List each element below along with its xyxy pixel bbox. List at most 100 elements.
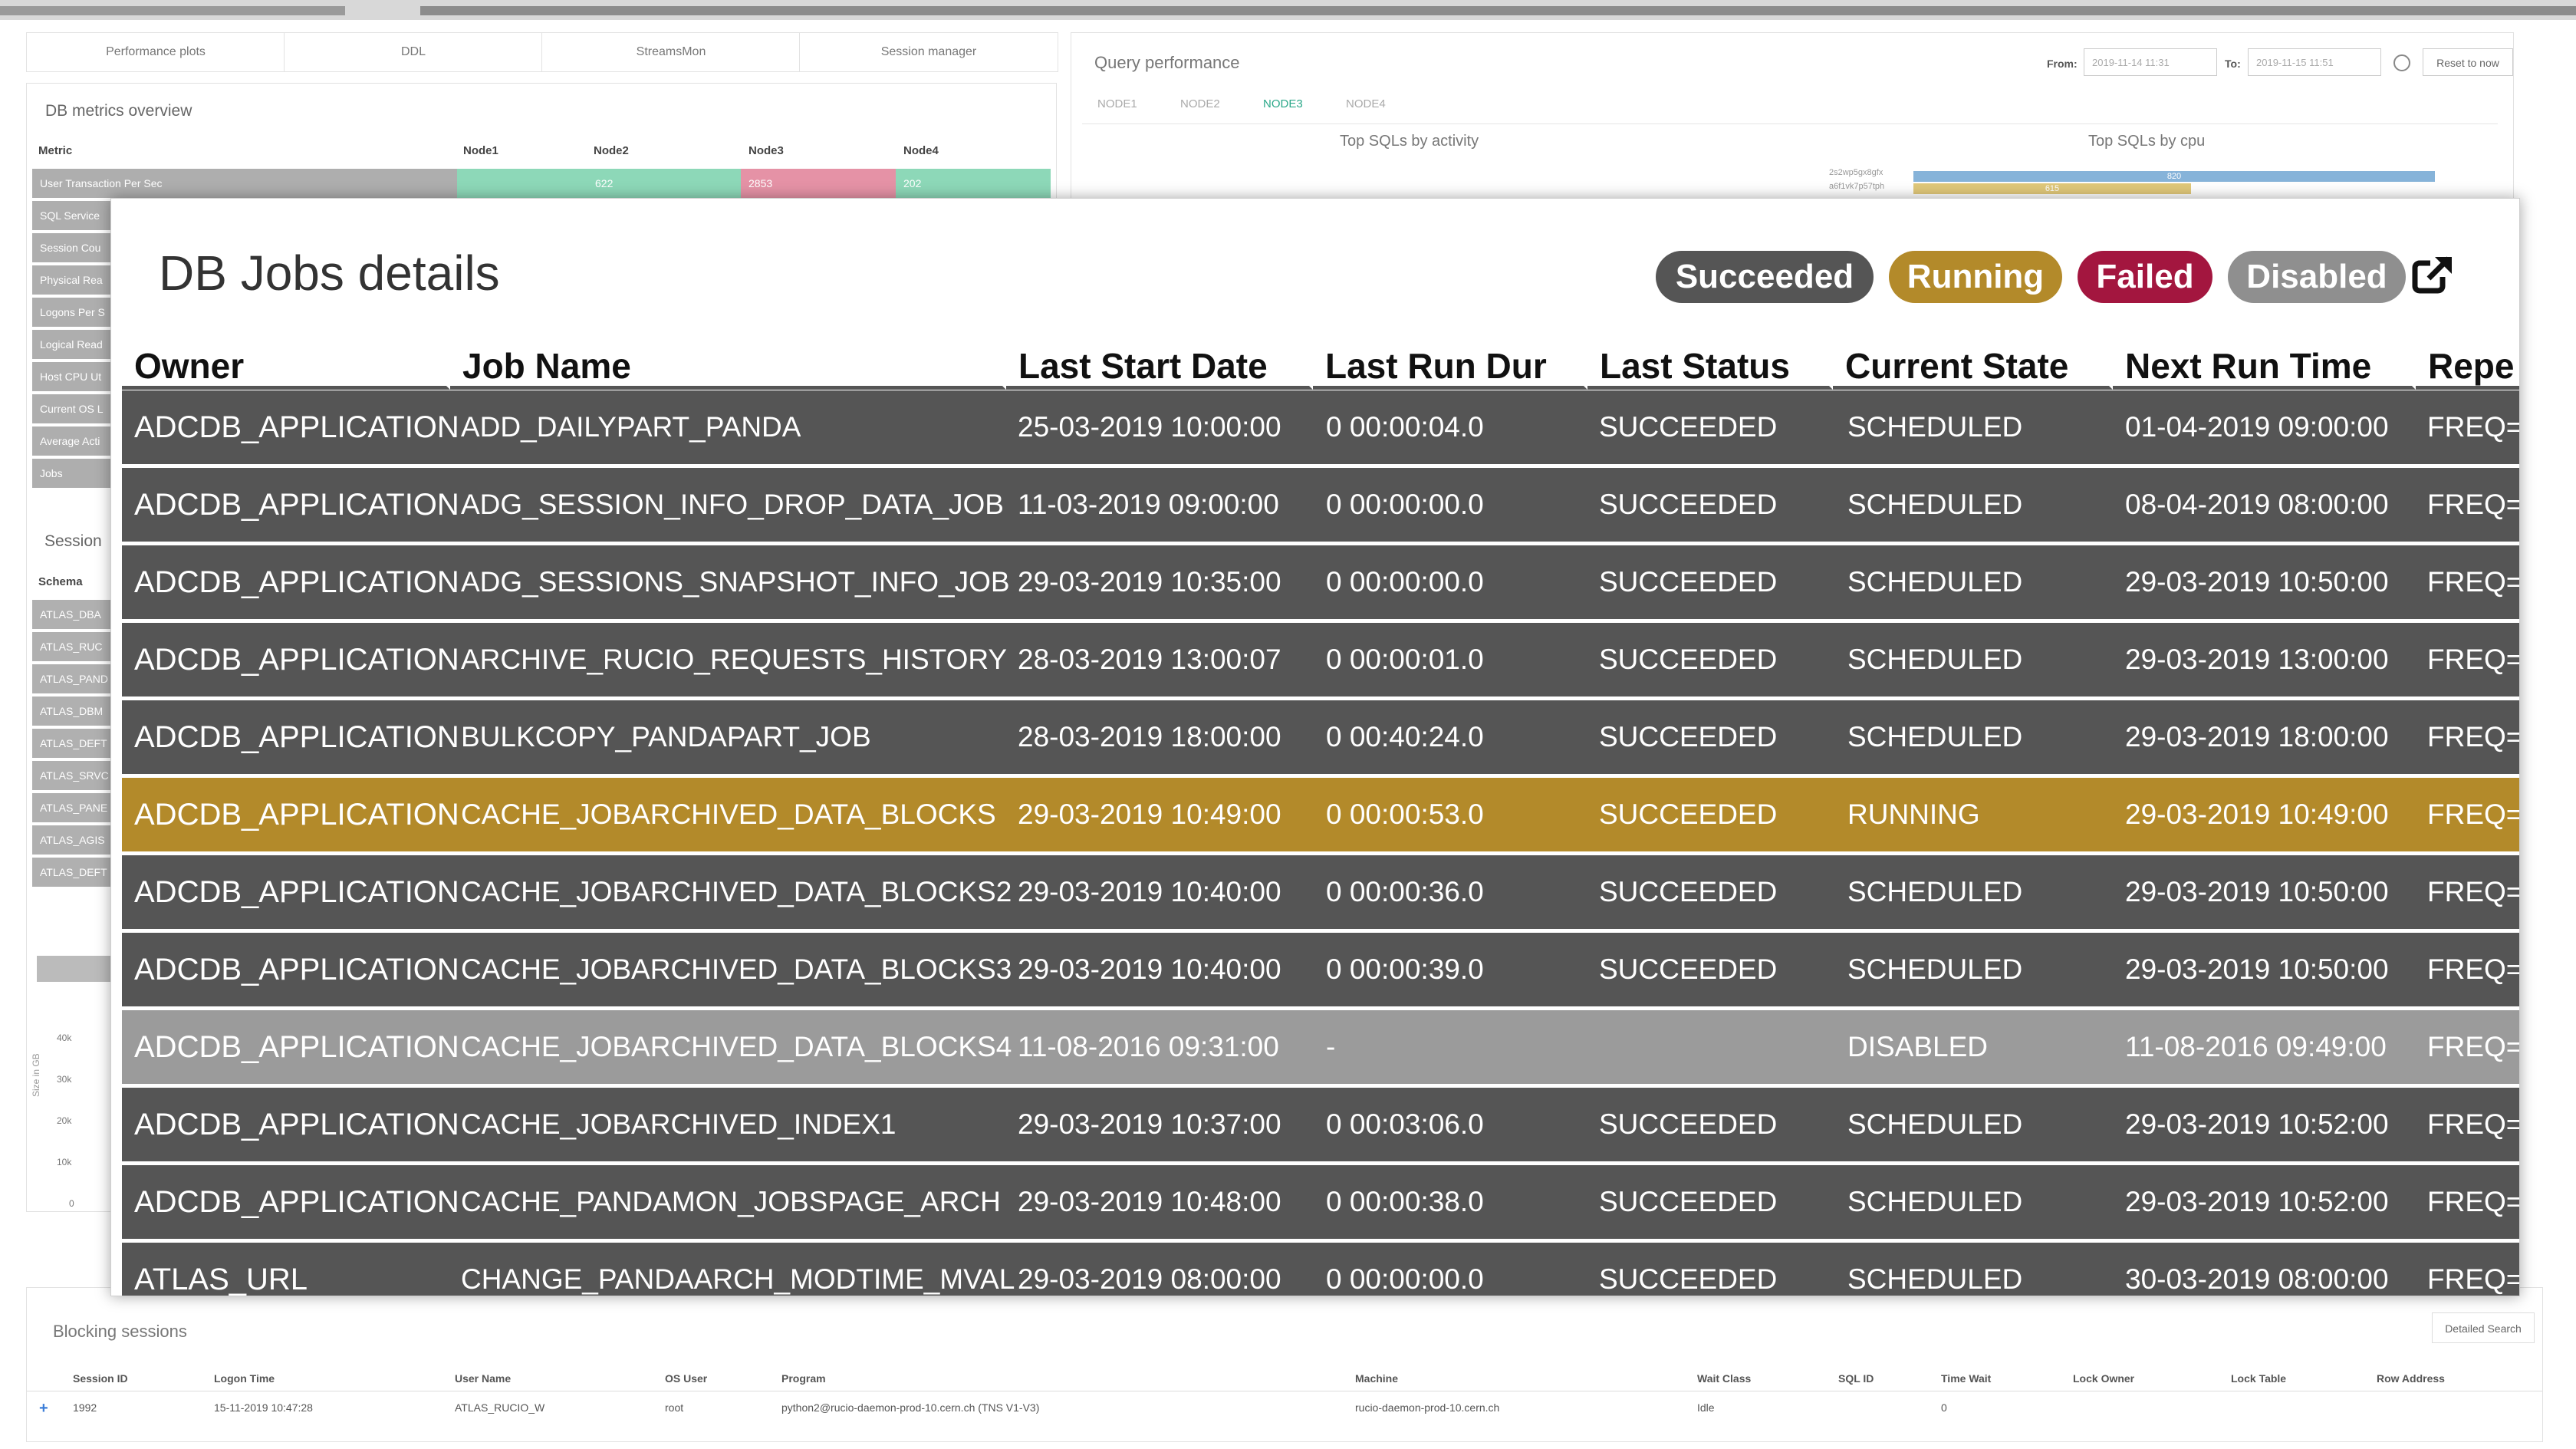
cell-job-name: CACHE_JOBARCHIVED_DATA_BLOCKS3	[461, 953, 1012, 985]
metric-row[interactable]: Current OS L	[32, 394, 117, 423]
metric-row[interactable]: Session Cou	[32, 233, 117, 262]
cell-next-run-time: 29-03-2019 10:52:00	[2125, 1108, 2389, 1140]
db-metrics-title: DB metrics overview	[45, 102, 192, 120]
succeeded-filter-badge[interactable]: Succeeded	[1656, 251, 1874, 303]
detailed-search-button[interactable]: Detailed Search	[2432, 1312, 2535, 1343]
col-last-status[interactable]: Last Status	[1587, 339, 1833, 390]
cell-next-run-time: 29-03-2019 10:50:00	[2125, 566, 2389, 598]
job-row[interactable]: ADCDB_APPLICATION CACHE_JOBARCHIVED_INDEX…	[122, 1088, 2519, 1165]
scrollbar-track	[0, 6, 345, 15]
to-date-input[interactable]: 2019-11-15 11:51	[2248, 48, 2381, 76]
scrollbar-thumb[interactable]	[420, 6, 2576, 15]
job-row[interactable]: ADCDB_APPLICATION CACHE_PANDAMON_JOBSPAGE…	[122, 1165, 2519, 1243]
cpu-bar: 615	[1913, 183, 2191, 194]
cell-last-status: SUCCEEDED	[1599, 489, 1778, 520]
cell-owner: ADCDB_APPLICATION	[134, 410, 459, 444]
cell-last-status: SUCCEEDED	[1599, 1186, 1778, 1217]
schema-row[interactable]: ATLAS_PANE	[32, 793, 117, 822]
schema-row[interactable]: ATLAS_DBA	[32, 600, 117, 629]
job-row[interactable]: ADCDB_APPLICATION ADG_SESSIONS_SNAPSHOT_I…	[122, 545, 2519, 623]
schema-row[interactable]: ATLAS_DBM	[32, 697, 117, 726]
metric-row[interactable]: SQL Service	[32, 201, 117, 230]
schema-row[interactable]: ATLAS_PAND	[32, 664, 117, 693]
clock-icon[interactable]	[2393, 54, 2410, 71]
job-row[interactable]: ADCDB_APPLICATION ARCHIVE_RUCIO_REQUESTS_…	[122, 623, 2519, 700]
metric-node4-cell: 202	[896, 169, 1051, 198]
metric-row-user-transaction[interactable]: User Transaction Per Sec	[32, 169, 457, 198]
schema-row[interactable]: ATLAS_RUC	[32, 632, 117, 661]
blocking-row[interactable]: + 1992 15-11-2019 10:47:28 ATLAS_RUCIO_W…	[27, 1394, 2542, 1421]
cell-last-start-date: 29-03-2019 10:35:00	[1018, 566, 1281, 598]
metric-row-jobs[interactable]: Jobs	[32, 459, 117, 488]
cell-last-start-date: 28-03-2019 13:00:07	[1018, 644, 1281, 675]
tab-streamsmon[interactable]: StreamsMon	[541, 32, 801, 72]
cell-repeat: FREQ=	[2427, 566, 2520, 598]
tab-node1[interactable]: NODE1	[1097, 97, 1137, 110]
metric-row[interactable]: Logons Per S	[32, 298, 117, 327]
running-filter-badge[interactable]: Running	[1889, 251, 2062, 303]
job-row[interactable]: ADCDB_APPLICATION CACHE_JOBARCHIVED_DATA_…	[122, 778, 2519, 855]
reset-to-now-button[interactable]: Reset to now	[2423, 48, 2513, 76]
metric-header: Metric	[38, 144, 73, 157]
cell-current-state: SCHEDULED	[1847, 566, 2023, 598]
tab-node3[interactable]: NODE3	[1263, 97, 1303, 110]
size-tick: 20k	[57, 1115, 72, 1126]
metric-row[interactable]: Physical Rea	[32, 265, 117, 295]
tab-session-manager[interactable]: Session manager	[799, 32, 1058, 72]
external-link-icon[interactable]	[2410, 252, 2455, 297]
metric-row[interactable]: Host CPU Ut	[32, 362, 117, 391]
schema-row[interactable]: ATLAS_DEFT	[32, 858, 117, 887]
cell-current-state: SCHEDULED	[1847, 644, 2023, 675]
metric-row[interactable]: Average Acti	[32, 426, 117, 456]
cpu-bar-label: 2s2wp5gx8gfx	[1829, 168, 1883, 177]
col-next-run-time[interactable]: Next Run Time	[2113, 339, 2416, 390]
cell-job-name: CACHE_JOBARCHIVED_DATA_BLOCKS4	[461, 1031, 1012, 1062]
col-job-name[interactable]: Job Name	[450, 339, 1006, 390]
job-row[interactable]: ADCDB_APPLICATION CACHE_JOBARCHIVED_DATA_…	[122, 933, 2519, 1010]
job-row[interactable]: ADCDB_APPLICATION CACHE_JOBARCHIVED_DATA_…	[122, 1010, 2519, 1088]
job-row[interactable]: ADCDB_APPLICATION ADG_SESSION_INFO_DROP_D…	[122, 468, 2519, 545]
cell-repeat: FREQ=	[2427, 644, 2520, 675]
cell-next-run-time: 29-03-2019 10:50:00	[2125, 876, 2389, 907]
cell-last-start-date: 11-08-2016 09:31:00	[1018, 1031, 1279, 1062]
tab-performance-plots[interactable]: Performance plots	[26, 32, 285, 72]
schema-row[interactable]: ATLAS_DEFT	[32, 729, 117, 758]
cell-last-start-date: 29-03-2019 10:48:00	[1018, 1186, 1281, 1217]
cell-last-start-date: 29-03-2019 10:49:00	[1018, 799, 1281, 830]
cell-last-run-dur: -	[1326, 1031, 1336, 1062]
col-owner[interactable]: Owner	[122, 339, 450, 390]
cell-last-run-dur: 0 00:00:36.0	[1326, 876, 1484, 907]
expand-plus-icon[interactable]: +	[39, 1400, 48, 1418]
cell-repeat: FREQ=	[2427, 1186, 2520, 1217]
job-row[interactable]: ADCDB_APPLICATION BULKCOPY_PANDAPART_JOB 2…	[122, 700, 2519, 778]
job-row[interactable]: ATLAS_URL CHANGE_PANDAARCH_MODTIME_MVAL 29…	[122, 1243, 2519, 1296]
cell-last-run-dur: 0 00:00:38.0	[1326, 1186, 1484, 1217]
cell-owner: ADCDB_APPLICATION	[134, 1185, 459, 1219]
col-last-run-dur[interactable]: Last Run Dur	[1313, 339, 1587, 390]
job-row[interactable]: ADCDB_APPLICATION CACHE_JOBARCHIVED_DATA_…	[122, 855, 2519, 933]
disabled-filter-badge[interactable]: Disabled	[2228, 251, 2406, 303]
tab-ddl[interactable]: DDL	[284, 32, 543, 72]
from-date-input[interactable]: 2019-11-14 11:31	[2084, 48, 2217, 76]
cell-last-run-dur: 0 00:40:24.0	[1326, 721, 1484, 752]
job-row[interactable]: ADCDB_APPLICATION ADD_DAILYPART_PANDA 25-0…	[122, 390, 2519, 468]
cell-owner: ADCDB_APPLICATION	[134, 643, 459, 677]
metric-row[interactable]: Logical Read	[32, 330, 117, 359]
col-current-state[interactable]: Current State	[1833, 339, 2113, 390]
schema-row[interactable]: ATLAS_AGIS	[32, 825, 117, 855]
col-user-name: User Name	[455, 1372, 512, 1385]
cell-job-name: CHANGE_PANDAARCH_MODTIME_MVAL	[461, 1263, 1015, 1295]
cell-last-start-date: 29-03-2019 08:00:00	[1018, 1263, 1281, 1295]
col-repeat[interactable]: Repe	[2416, 339, 2519, 390]
size-chart-ylabel: Size in GB	[31, 1053, 41, 1097]
cpu-bar-label: a6f1vk7p57tph	[1829, 182, 1885, 191]
tab-node2[interactable]: NODE2	[1180, 97, 1220, 110]
col-row-address: Row Address	[2377, 1372, 2445, 1385]
cell-job-name: CACHE_PANDAMON_JOBSPAGE_ARCH	[461, 1186, 1001, 1217]
cell-last-start-date: 25-03-2019 10:00:00	[1018, 411, 1281, 443]
col-last-start-date[interactable]: Last Start Date	[1006, 339, 1313, 390]
cell-repeat: FREQ=	[2427, 1031, 2520, 1062]
schema-row[interactable]: ATLAS_SRVC	[32, 761, 117, 790]
tab-node4[interactable]: NODE4	[1346, 97, 1386, 110]
failed-filter-badge[interactable]: Failed	[2078, 251, 2212, 303]
